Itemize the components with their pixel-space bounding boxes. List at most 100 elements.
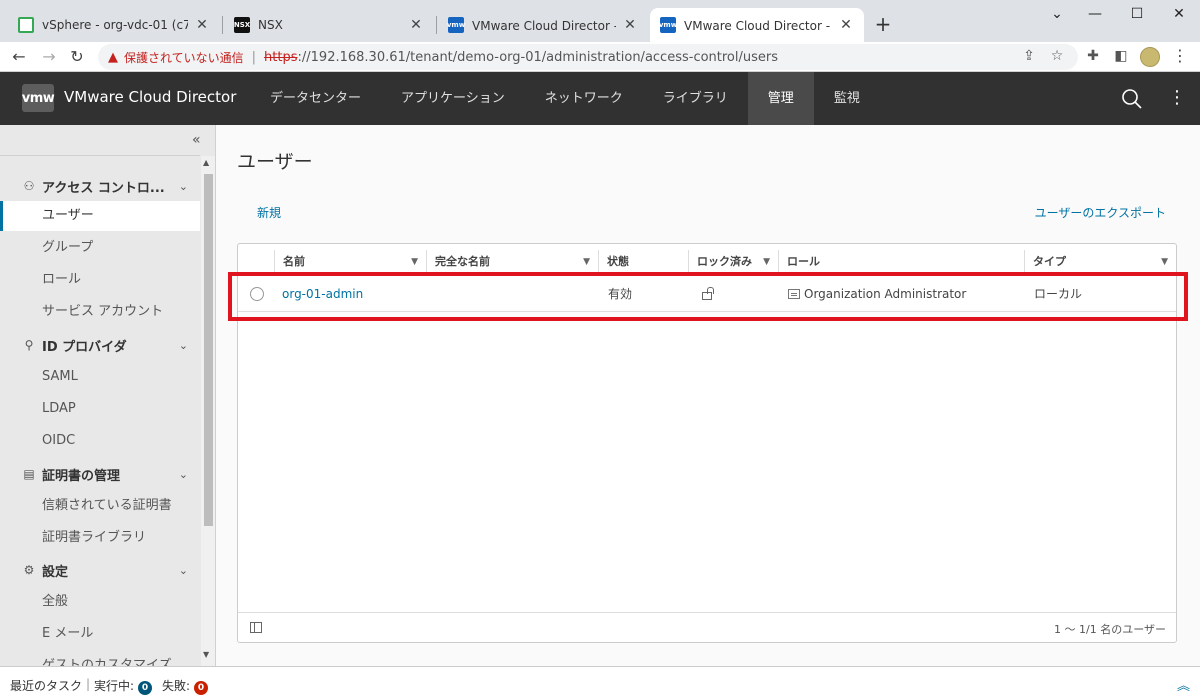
browser-tab-vcd-org[interactable]: vmw VMware Cloud Director - 組織 ✕ <box>438 8 648 42</box>
extensions-icon[interactable]: ✚ <box>1084 48 1102 64</box>
side-panel-icon[interactable]: ◧ <box>1112 48 1130 64</box>
cell-state: 有効 <box>608 287 633 301</box>
unlocked-icon <box>702 287 714 300</box>
nav-monitor[interactable]: 監視 <box>814 72 880 125</box>
back-button[interactable]: ← <box>8 46 30 68</box>
datagrid-header: 名前 ▼ 完全な名前 ▼ 状態 ロック済み ▼ ロール タイプ ▼ <box>238 250 1176 274</box>
sidebar-item-oidc[interactable]: OIDC <box>0 426 200 456</box>
browser-tab-vcd-users[interactable]: vmw VMware Cloud Director - ユーザー ✕ <box>650 8 864 42</box>
task-bar: 最近のタスク | 実行中: 0 失敗: 0 ︽ <box>0 666 1200 700</box>
tab-close-icon[interactable]: ✕ <box>194 17 210 33</box>
reload-button[interactable]: ↻ <box>66 46 88 68</box>
row-select-radio[interactable] <box>250 287 264 301</box>
scrollbar-thumb[interactable] <box>204 174 213 526</box>
tab-search-chevron-icon[interactable]: ⌄ <box>1042 4 1072 24</box>
running-label: 実行中: <box>94 679 135 693</box>
sidebar-item-groups[interactable]: グループ <box>0 233 200 263</box>
cell-role: Organization Administrator <box>780 276 1024 312</box>
sidebar-section-label: 証明書の管理 <box>42 468 121 484</box>
running-tasks[interactable]: 実行中: 0 <box>94 677 153 695</box>
sidebar-item-service-accounts[interactable]: サービス アカウント <box>0 297 200 327</box>
column-header-name[interactable]: 名前 ▼ <box>274 250 426 274</box>
column-header-full-name[interactable]: 完全な名前 ▼ <box>426 250 598 274</box>
main-content: ユーザー 新規 ユーザーのエクスポート 名前 ▼ 完全な名前 ▼ 状態 ロック済… <box>217 125 1200 666</box>
scroll-up-icon[interactable]: ▲ <box>203 158 209 167</box>
gear-icon: ⚙ <box>23 563 35 577</box>
nav-applications[interactable]: アプリケーション <box>381 72 525 125</box>
tab-close-icon[interactable]: ✕ <box>838 17 854 33</box>
divider <box>0 155 200 156</box>
sidebar-item-roles[interactable]: ロール <box>0 265 200 295</box>
app-header: vmw VMware Cloud Director データセンター アプリケーシ… <box>0 72 1200 125</box>
tab-separator <box>222 16 223 34</box>
filter-icon[interactable]: ▼ <box>411 250 418 274</box>
browser-menu-icon[interactable]: ⋮ <box>1172 46 1188 65</box>
sidebar-item-trusted-certificates[interactable]: 信頼されている証明書 <box>0 491 200 521</box>
new-tab-button[interactable]: + <box>872 12 894 36</box>
url-input[interactable]: ▲ 保護されていない通信 | https ://192.168.30.61/te… <box>98 44 1078 70</box>
sidebar: « ⚇ アクセス コントロ... ⌄ ユーザー グループ ロール サービス アカ… <box>0 125 216 666</box>
browser-tab-vsphere[interactable]: vSphere - org-vdc-01 (c75f0cb2- ✕ <box>8 8 220 42</box>
sidebar-item-general[interactable]: 全般 <box>0 587 200 617</box>
task-divider: | <box>86 677 91 691</box>
tab-title: NSX <box>258 18 283 32</box>
column-header-role[interactable]: ロール <box>778 250 1024 274</box>
sidebar-scrollbar[interactable]: ▲ ▼ <box>201 156 215 666</box>
warning-icon[interactable]: ▲ <box>108 50 118 65</box>
column-header-state[interactable]: 状態 <box>598 250 688 274</box>
tab-title: vSphere - org-vdc-01 (c75f0cb2- <box>42 18 188 32</box>
expand-tasks-icon[interactable]: ︽ <box>1177 675 1190 694</box>
sidebar-item-saml[interactable]: SAML <box>0 362 200 392</box>
close-window-button[interactable]: ✕ <box>1164 4 1194 24</box>
table-row[interactable]: org-01-admin 有効 Organization Administrat… <box>238 276 1176 312</box>
sidebar-section-certificates[interactable]: ▤ 証明書の管理 ⌄ <box>0 459 200 489</box>
more-options-icon[interactable]: ⋮ <box>1168 86 1186 110</box>
sidebar-item-ldap[interactable]: LDAP <box>0 394 200 424</box>
tab-close-icon[interactable]: ✕ <box>622 17 638 33</box>
minimize-button[interactable]: — <box>1080 4 1110 24</box>
cell-name[interactable]: org-01-admin <box>274 276 426 312</box>
failed-tasks[interactable]: 失敗: 0 <box>162 677 209 695</box>
vsphere-favicon-icon <box>18 17 34 33</box>
filter-icon[interactable]: ▼ <box>763 250 770 274</box>
column-label: 状態 <box>607 255 629 268</box>
nav-networking[interactable]: ネットワーク <box>525 72 643 125</box>
column-header-locked[interactable]: ロック済み ▼ <box>688 250 778 274</box>
chevron-down-icon: ⌄ <box>178 563 188 577</box>
sidebar-section-access-control[interactable]: ⚇ アクセス コントロ... ⌄ <box>0 171 200 201</box>
maximize-button[interactable]: ☐ <box>1122 4 1152 24</box>
chevron-down-icon: ⌄ <box>178 338 188 352</box>
failed-label: 失敗: <box>162 679 191 693</box>
column-header-type[interactable]: タイプ ▼ <box>1024 250 1176 274</box>
nav-datacenter[interactable]: データセンター <box>250 72 381 125</box>
sidebar-item-certificate-library[interactable]: 証明書ライブラリ <box>0 523 200 553</box>
sidebar-section-settings[interactable]: ⚙ 設定 ⌄ <box>0 555 200 585</box>
column-toggle-icon[interactable] <box>250 622 262 633</box>
bookmark-star-icon[interactable]: ☆ <box>1048 48 1066 64</box>
user-name-link[interactable]: org-01-admin <box>282 287 363 301</box>
sidebar-item-users[interactable]: ユーザー <box>0 201 200 231</box>
sidebar-section-id-providers[interactable]: ⚲ ID プロバイダ ⌄ <box>0 330 200 360</box>
tab-close-icon[interactable]: ✕ <box>408 17 424 33</box>
profile-avatar[interactable] <box>1140 47 1160 67</box>
column-label: タイプ <box>1033 255 1066 268</box>
nav-libraries[interactable]: ライブラリ <box>643 72 748 125</box>
sidebar-section-label: 設定 <box>42 564 69 580</box>
browser-tab-nsx[interactable]: NSX NSX ✕ <box>224 8 434 42</box>
nav-administration[interactable]: 管理 <box>747 72 814 125</box>
url-protocol: https <box>264 49 298 65</box>
share-icon[interactable]: ⇪ <box>1020 48 1038 64</box>
security-status[interactable]: 保護されていない通信 <box>124 49 244 66</box>
recent-tasks-link[interactable]: 最近のタスク <box>10 677 82 694</box>
filter-icon[interactable]: ▼ <box>1161 250 1168 274</box>
new-user-button[interactable]: 新規 <box>257 204 281 221</box>
export-users-button[interactable]: ユーザーのエクスポート <box>1035 204 1166 221</box>
filter-icon[interactable]: ▼ <box>583 250 590 274</box>
collapse-sidebar-icon[interactable]: « <box>192 132 201 148</box>
sidebar-item-guest-customization[interactable]: ゲストのカスタマイズ <box>0 651 200 666</box>
forward-button[interactable]: → <box>38 46 60 68</box>
cell-locked <box>690 276 778 312</box>
scroll-down-icon[interactable]: ▼ <box>203 650 209 659</box>
sidebar-item-email[interactable]: E メール <box>0 619 200 649</box>
search-icon[interactable] <box>1120 87 1144 111</box>
